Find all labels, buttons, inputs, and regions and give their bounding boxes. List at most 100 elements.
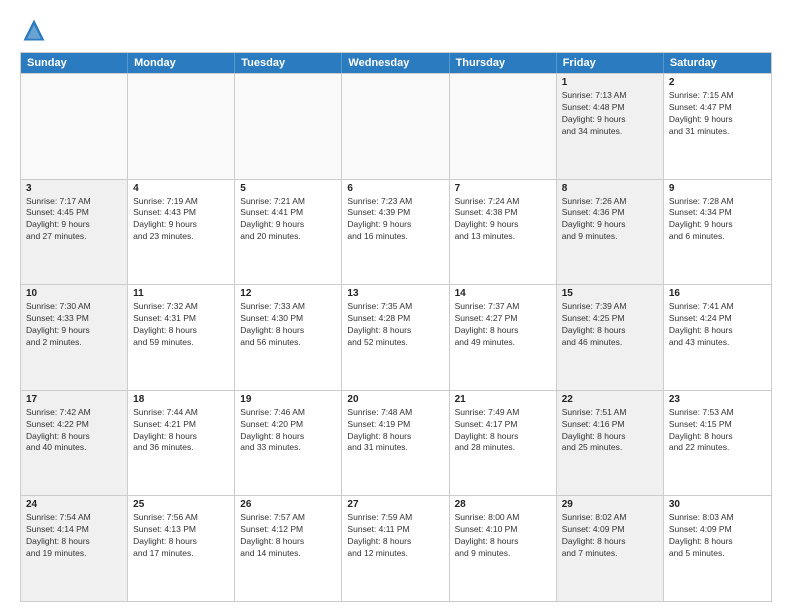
logo-icon (20, 16, 48, 44)
weekday-header: Friday (557, 53, 664, 73)
day-info: Sunrise: 7:42 AM Sunset: 4:22 PM Dayligh… (26, 407, 122, 455)
day-number: 12 (240, 288, 336, 299)
calendar-cell: 30 Sunrise: 8:03 AM Sunset: 4:09 PM Dayli… (664, 496, 771, 601)
day-info: Sunrise: 7:33 AM Sunset: 4:30 PM Dayligh… (240, 301, 336, 349)
logo (20, 16, 52, 44)
day-info: Sunrise: 8:00 AM Sunset: 4:10 PM Dayligh… (455, 512, 551, 560)
day-info: Sunrise: 7:15 AM Sunset: 4:47 PM Dayligh… (669, 90, 766, 138)
calendar-cell (21, 74, 128, 179)
calendar-cell: 25 Sunrise: 7:56 AM Sunset: 4:13 PM Dayli… (128, 496, 235, 601)
day-info: Sunrise: 7:46 AM Sunset: 4:20 PM Dayligh… (240, 407, 336, 455)
day-number: 28 (455, 499, 551, 510)
calendar-cell: 23 Sunrise: 7:53 AM Sunset: 4:15 PM Dayli… (664, 391, 771, 496)
day-info: Sunrise: 7:32 AM Sunset: 4:31 PM Dayligh… (133, 301, 229, 349)
calendar-cell: 11 Sunrise: 7:32 AM Sunset: 4:31 PM Dayli… (128, 285, 235, 390)
calendar-cell: 21 Sunrise: 7:49 AM Sunset: 4:17 PM Dayli… (450, 391, 557, 496)
day-info: Sunrise: 7:17 AM Sunset: 4:45 PM Dayligh… (26, 196, 122, 244)
day-info: Sunrise: 7:49 AM Sunset: 4:17 PM Dayligh… (455, 407, 551, 455)
day-info: Sunrise: 8:02 AM Sunset: 4:09 PM Dayligh… (562, 512, 658, 560)
calendar-cell: 7 Sunrise: 7:24 AM Sunset: 4:38 PM Daylig… (450, 180, 557, 285)
day-number: 23 (669, 394, 766, 405)
calendar-row: 17 Sunrise: 7:42 AM Sunset: 4:22 PM Dayli… (21, 390, 771, 496)
day-info: Sunrise: 7:37 AM Sunset: 4:27 PM Dayligh… (455, 301, 551, 349)
calendar-cell: 17 Sunrise: 7:42 AM Sunset: 4:22 PM Dayli… (21, 391, 128, 496)
day-number: 21 (455, 394, 551, 405)
calendar-header: SundayMondayTuesdayWednesdayThursdayFrid… (21, 53, 771, 73)
day-info: Sunrise: 8:03 AM Sunset: 4:09 PM Dayligh… (669, 512, 766, 560)
weekday-header: Sunday (21, 53, 128, 73)
calendar-cell: 15Sunrise: 7:39 AM Sunset: 4:25 PM Dayli… (557, 285, 664, 390)
calendar-cell: 2 Sunrise: 7:15 AM Sunset: 4:47 PM Daylig… (664, 74, 771, 179)
weekday-header: Thursday (450, 53, 557, 73)
day-number: 3 (26, 183, 122, 194)
calendar-cell: 28 Sunrise: 8:00 AM Sunset: 4:10 PM Dayli… (450, 496, 557, 601)
day-number: 17 (26, 394, 122, 405)
calendar-cell (450, 74, 557, 179)
day-number: 8 (562, 183, 658, 194)
day-info: Sunrise: 7:28 AM Sunset: 4:34 PM Dayligh… (669, 196, 766, 244)
calendar-cell: 5 Sunrise: 7:21 AM Sunset: 4:41 PM Daylig… (235, 180, 342, 285)
day-number: 26 (240, 499, 336, 510)
day-info: Sunrise: 7:44 AM Sunset: 4:21 PM Dayligh… (133, 407, 229, 455)
day-number: 25 (133, 499, 229, 510)
day-info: Sunrise: 7:57 AM Sunset: 4:12 PM Dayligh… (240, 512, 336, 560)
calendar-cell (342, 74, 449, 179)
day-number: 1 (562, 77, 658, 88)
day-number: 11 (133, 288, 229, 299)
day-number: 10 (26, 288, 122, 299)
day-info: Sunrise: 7:53 AM Sunset: 4:15 PM Dayligh… (669, 407, 766, 455)
calendar-cell: 14 Sunrise: 7:37 AM Sunset: 4:27 PM Dayli… (450, 285, 557, 390)
calendar-cell: 26 Sunrise: 7:57 AM Sunset: 4:12 PM Dayli… (235, 496, 342, 601)
day-info: Sunrise: 7:54 AM Sunset: 4:14 PM Dayligh… (26, 512, 122, 560)
day-info: Sunrise: 7:48 AM Sunset: 4:19 PM Dayligh… (347, 407, 443, 455)
calendar-cell (128, 74, 235, 179)
calendar-body: 1 Sunrise: 7:13 AM Sunset: 4:48 PM Daylig… (21, 73, 771, 601)
day-number: 9 (669, 183, 766, 194)
day-number: 5 (240, 183, 336, 194)
day-info: Sunrise: 7:35 AM Sunset: 4:28 PM Dayligh… (347, 301, 443, 349)
day-number: 14 (455, 288, 551, 299)
day-info: Sunrise: 7:39 AM Sunset: 4:25 PM Dayligh… (562, 301, 658, 349)
calendar-cell: 9 Sunrise: 7:28 AM Sunset: 4:34 PM Daylig… (664, 180, 771, 285)
day-info: Sunrise: 7:23 AM Sunset: 4:39 PM Dayligh… (347, 196, 443, 244)
day-info: Sunrise: 7:51 AM Sunset: 4:16 PM Dayligh… (562, 407, 658, 455)
weekday-header: Monday (128, 53, 235, 73)
day-info: Sunrise: 7:26 AM Sunset: 4:36 PM Dayligh… (562, 196, 658, 244)
day-number: 2 (669, 77, 766, 88)
calendar-cell: 13 Sunrise: 7:35 AM Sunset: 4:28 PM Dayli… (342, 285, 449, 390)
page: SundayMondayTuesdayWednesdayThursdayFrid… (0, 0, 792, 612)
day-info: Sunrise: 7:19 AM Sunset: 4:43 PM Dayligh… (133, 196, 229, 244)
day-number: 7 (455, 183, 551, 194)
weekday-header: Wednesday (342, 53, 449, 73)
day-info: Sunrise: 7:24 AM Sunset: 4:38 PM Dayligh… (455, 196, 551, 244)
day-info: Sunrise: 7:59 AM Sunset: 4:11 PM Dayligh… (347, 512, 443, 560)
day-number: 13 (347, 288, 443, 299)
calendar-cell: 6Sunrise: 7:23 AM Sunset: 4:39 PM Daylig… (342, 180, 449, 285)
calendar-cell: 22 Sunrise: 7:51 AM Sunset: 4:16 PM Dayli… (557, 391, 664, 496)
day-info: Sunrise: 7:13 AM Sunset: 4:48 PM Dayligh… (562, 90, 658, 138)
day-number: 22 (562, 394, 658, 405)
calendar-cell: 3 Sunrise: 7:17 AM Sunset: 4:45 PM Daylig… (21, 180, 128, 285)
day-number: 24 (26, 499, 122, 510)
day-info: Sunrise: 7:56 AM Sunset: 4:13 PM Dayligh… (133, 512, 229, 560)
calendar: SundayMondayTuesdayWednesdayThursdayFrid… (20, 52, 772, 602)
weekday-header: Tuesday (235, 53, 342, 73)
calendar-row: 10 Sunrise: 7:30 AM Sunset: 4:33 PM Dayli… (21, 284, 771, 390)
day-number: 27 (347, 499, 443, 510)
calendar-row: 3 Sunrise: 7:17 AM Sunset: 4:45 PM Daylig… (21, 179, 771, 285)
calendar-cell (235, 74, 342, 179)
day-info: Sunrise: 7:30 AM Sunset: 4:33 PM Dayligh… (26, 301, 122, 349)
calendar-cell: 29 Sunrise: 8:02 AM Sunset: 4:09 PM Dayli… (557, 496, 664, 601)
calendar-row: 24 Sunrise: 7:54 AM Sunset: 4:14 PM Dayli… (21, 495, 771, 601)
day-info: Sunrise: 7:21 AM Sunset: 4:41 PM Dayligh… (240, 196, 336, 244)
day-number: 29 (562, 499, 658, 510)
calendar-cell: 12 Sunrise: 7:33 AM Sunset: 4:30 PM Dayli… (235, 285, 342, 390)
calendar-cell: 8 Sunrise: 7:26 AM Sunset: 4:36 PM Daylig… (557, 180, 664, 285)
calendar-cell: 10 Sunrise: 7:30 AM Sunset: 4:33 PM Dayli… (21, 285, 128, 390)
weekday-header: Saturday (664, 53, 771, 73)
day-number: 4 (133, 183, 229, 194)
day-number: 30 (669, 499, 766, 510)
calendar-cell: 19Sunrise: 7:46 AM Sunset: 4:20 PM Dayli… (235, 391, 342, 496)
calendar-cell: 24 Sunrise: 7:54 AM Sunset: 4:14 PM Dayli… (21, 496, 128, 601)
calendar-cell: 16Sunrise: 7:41 AM Sunset: 4:24 PM Dayli… (664, 285, 771, 390)
